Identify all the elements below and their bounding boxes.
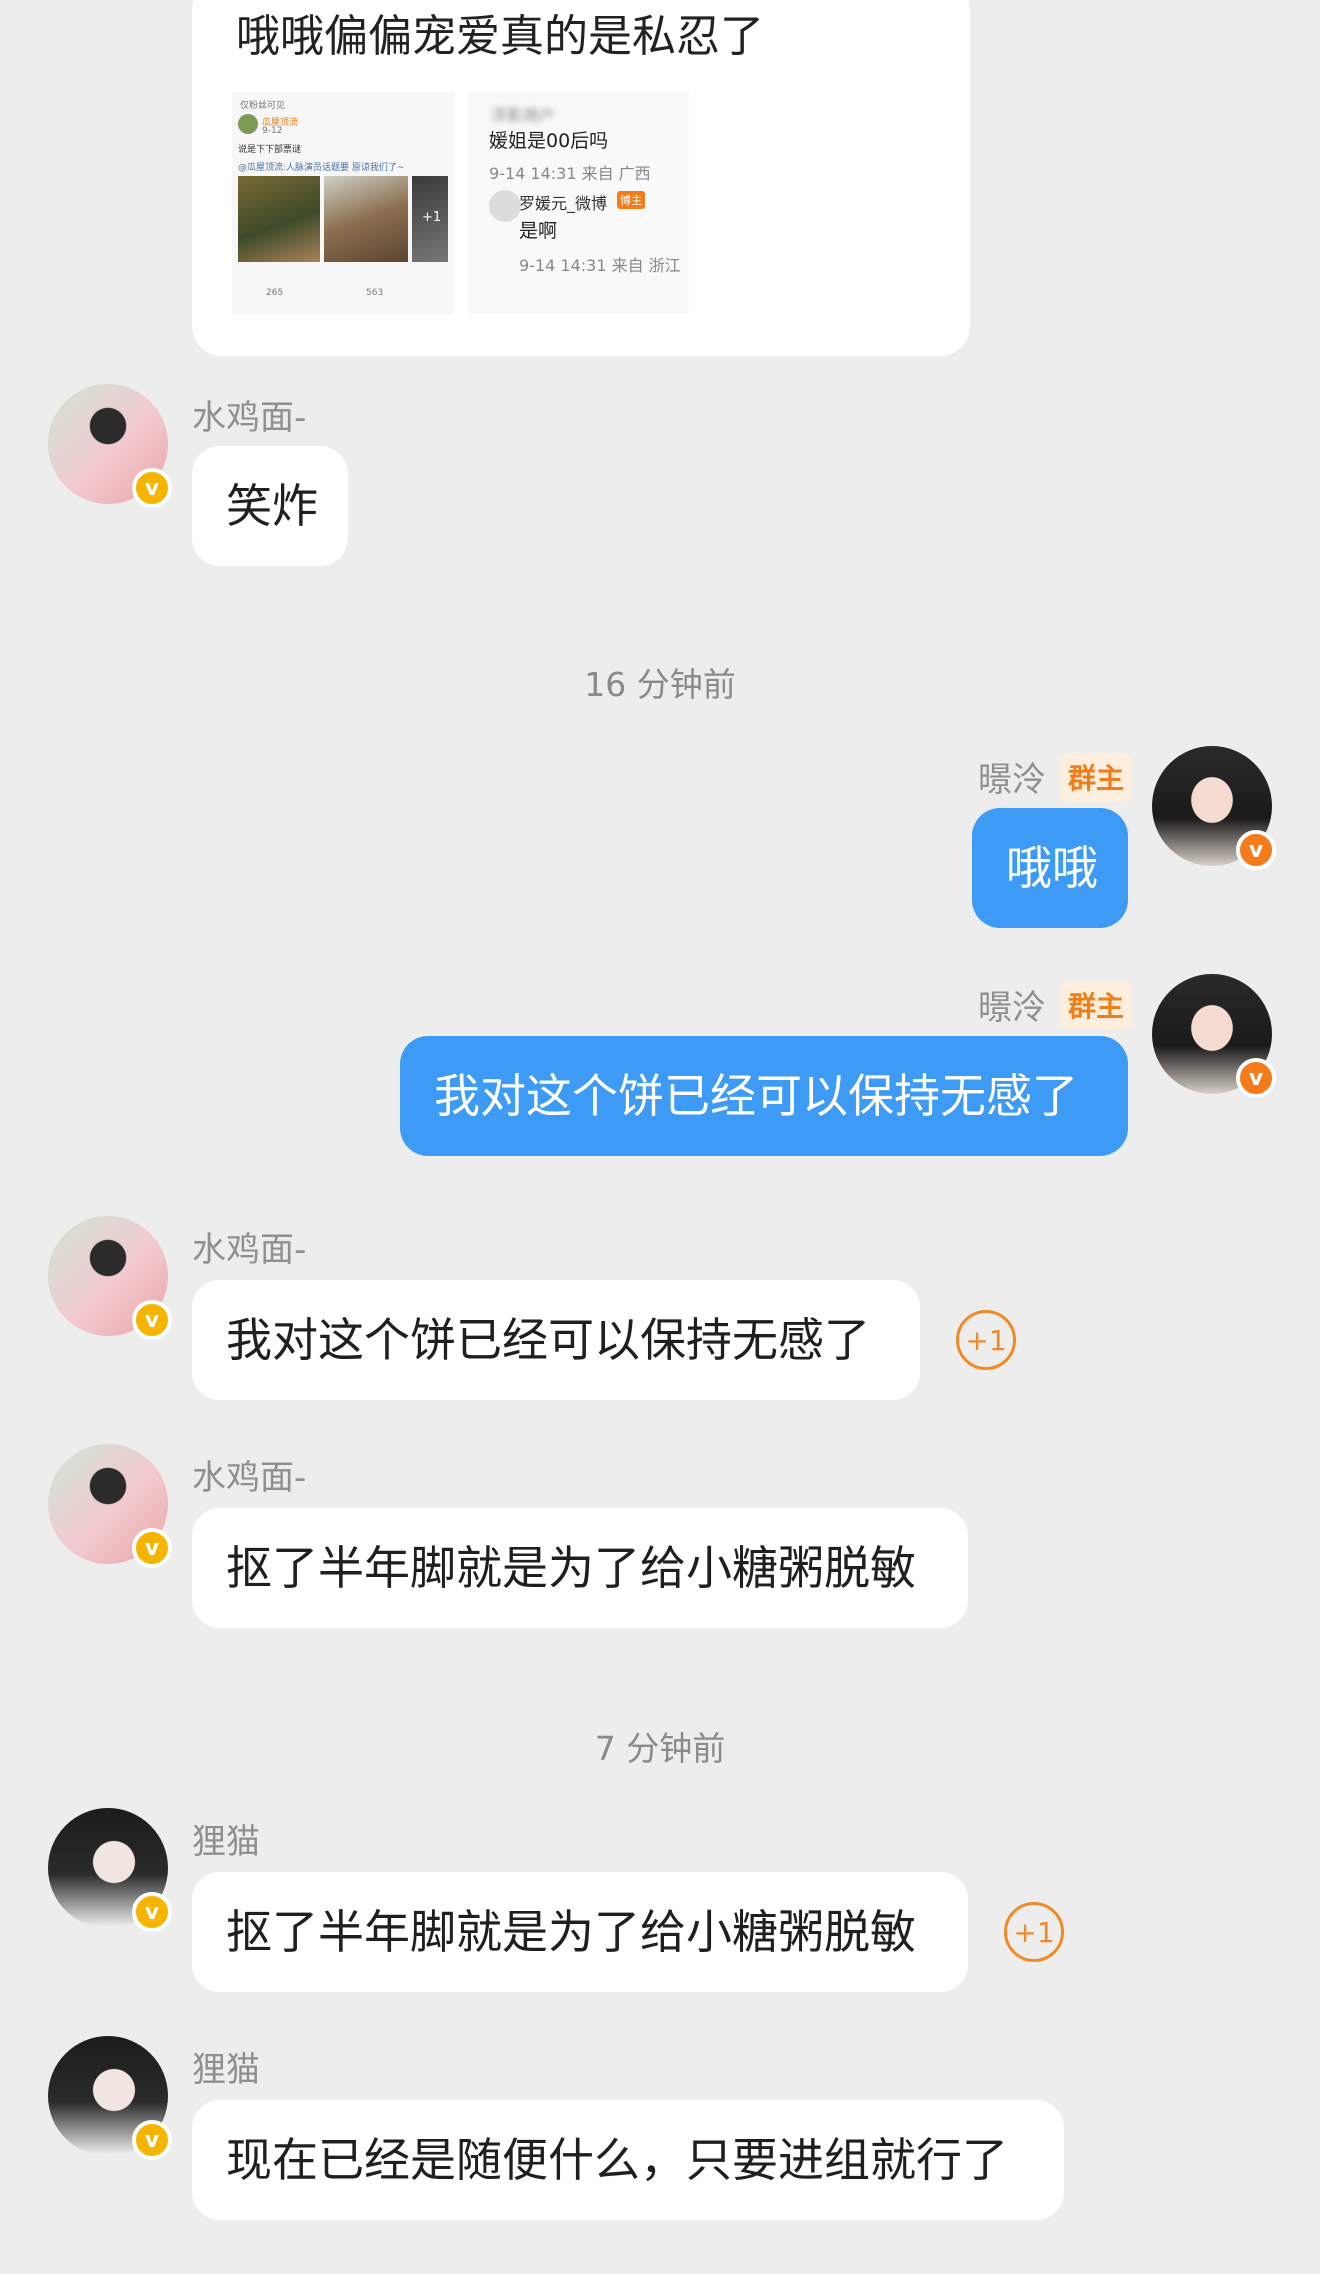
avatar-limao[interactable]: v	[48, 1808, 172, 1932]
plus-one-button[interactable]: +1	[1004, 1902, 1064, 1962]
comment-count: 265	[266, 288, 284, 298]
reply-text: 是啊	[519, 220, 558, 242]
sender-name: 暻泠	[978, 760, 1046, 800]
timestamp: 7 分钟前	[594, 1729, 726, 1768]
more-photos: +1	[422, 210, 442, 225]
like-count: 563	[366, 288, 384, 298]
sender-name: 狸猫	[192, 2050, 260, 2090]
avatar-shuijimian[interactable]: v	[48, 384, 172, 508]
verified-icon: v	[132, 1528, 172, 1568]
message-bubble[interactable]: 抠了半年脚就是为了给小糖粥脱敏	[192, 1872, 968, 1992]
screenshot-right[interactable]: 浮影用户 媛姐是00后吗 9-14 14:31 来自 广西 罗媛元_微博 博主 …	[467, 92, 689, 314]
post-date: 9-12	[262, 126, 283, 136]
verified-icon: v	[132, 2120, 172, 2160]
sender-name: 暻泠	[978, 988, 1046, 1028]
verified-icon: v	[132, 468, 172, 508]
message-bubble[interactable]: 抠了半年脚就是为了给小糖粥脱敏	[192, 1508, 968, 1628]
avatar-jingling[interactable]: v	[1152, 746, 1276, 870]
group-owner-badge: 群主	[1060, 753, 1133, 801]
verified-icon: v	[1236, 1058, 1276, 1098]
repost-line: @瓜屋顶流:人脉演员话题要 原谅我们了~	[238, 163, 405, 173]
verified-icon: v	[132, 1892, 172, 1932]
message-bubble[interactable]: 笑炸	[192, 446, 348, 566]
shared-image-card[interactable]: 哦哦偏偏宠爱真的是私忍了 仅粉丝可见 瓜屋顶流 9-12 说是下下部票谜 @瓜屋…	[192, 0, 970, 356]
card-text: 哦哦偏偏宠爱真的是私忍了	[236, 11, 764, 62]
group-owner-badge: 群主	[1060, 981, 1133, 1029]
reply-meta: 9-14 14:31 来自 浙江	[519, 256, 681, 275]
screenshot-left[interactable]: 仅粉丝可见 瓜屋顶流 9-12 说是下下部票谜 @瓜屋顶流:人脉演员话题要 原谅…	[232, 92, 454, 314]
message-bubble[interactable]: 我对这个饼已经可以保持无感了	[400, 1036, 1128, 1156]
reply-avatar	[489, 190, 521, 222]
avatar-shuijimian[interactable]: v	[48, 1216, 172, 1340]
photo-2	[324, 176, 408, 262]
visibility-label: 仅粉丝可见	[240, 101, 286, 111]
reply-badge: 博主	[617, 191, 645, 209]
plus-one-button[interactable]: +1	[956, 1310, 1016, 1370]
reply-user: 罗媛元_微博	[519, 194, 608, 213]
timestamp: 16 分钟前	[584, 665, 736, 704]
message-bubble[interactable]: 我对这个饼已经可以保持无感了	[192, 1280, 920, 1400]
sender-name: 水鸡面-	[192, 1230, 307, 1270]
sender-name: 水鸡面-	[192, 1458, 307, 1498]
avatar-limao[interactable]: v	[48, 2036, 172, 2160]
question-meta: 9-14 14:31 来自 广西	[489, 164, 651, 183]
question-text: 媛姐是00后吗	[489, 130, 609, 152]
avatar-jingling[interactable]: v	[1152, 974, 1276, 1098]
blurred-user: 浮影用户	[491, 106, 556, 125]
message-bubble[interactable]: 现在已经是随便什么，只要进组就行了	[192, 2100, 1064, 2220]
message-bubble[interactable]: 哦哦	[972, 808, 1128, 928]
verified-icon: v	[132, 1300, 172, 1340]
author-avatar	[238, 114, 258, 134]
sender-name: 水鸡面-	[192, 398, 307, 438]
photo-1	[238, 176, 320, 262]
avatar-shuijimian[interactable]: v	[48, 1444, 172, 1568]
post-line: 说是下下部票谜	[238, 145, 302, 155]
verified-icon: v	[1236, 830, 1276, 870]
sender-name: 狸猫	[192, 1822, 260, 1862]
